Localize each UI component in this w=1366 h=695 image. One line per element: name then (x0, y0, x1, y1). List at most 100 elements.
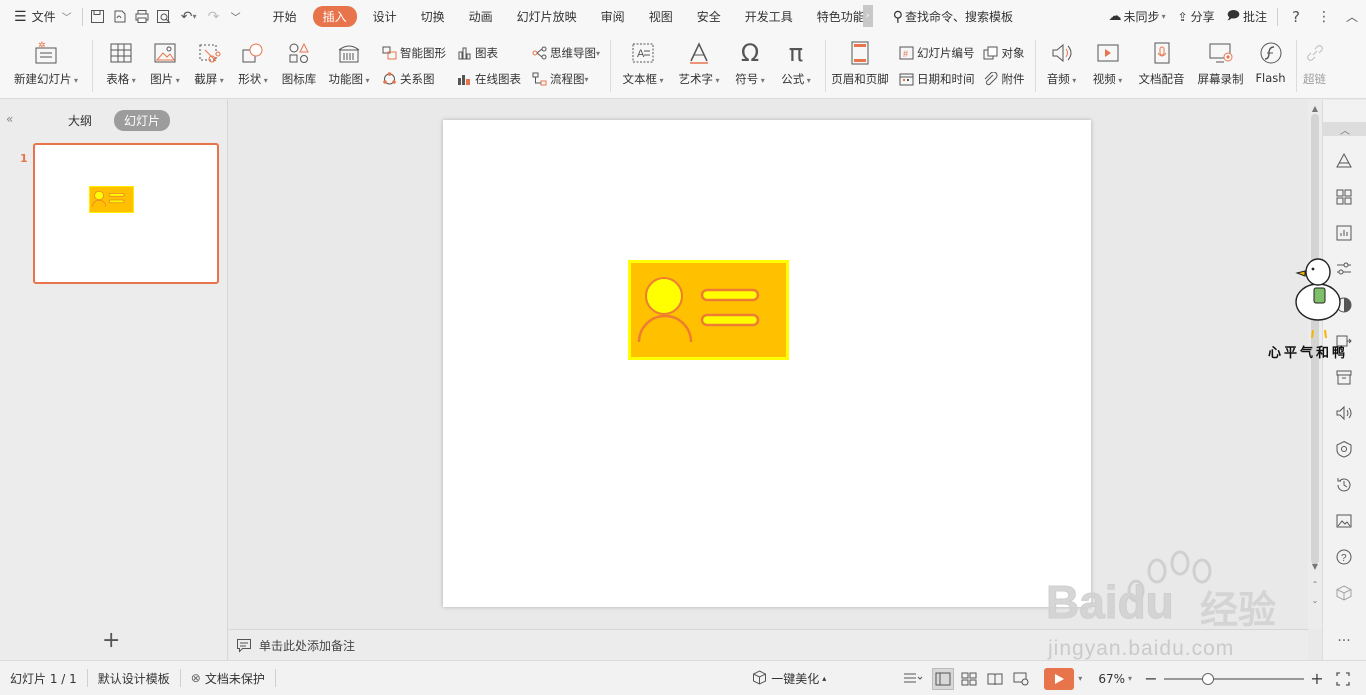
tabs-scroll-right-icon[interactable]: › (862, 5, 873, 27)
image-icon[interactable] (1333, 510, 1355, 532)
attachment-label: 附件 (1001, 72, 1025, 86)
export-pdf-icon[interactable] (109, 6, 131, 28)
tab-developer[interactable]: 开发工具 (733, 0, 805, 33)
tab-features[interactable]: 特色功能 (805, 0, 863, 33)
doc-voice-button[interactable]: 文档配音 (1132, 33, 1192, 99)
header-footer-button[interactable]: 页眉和页脚 (826, 33, 894, 99)
shield-icon[interactable] (1333, 438, 1355, 460)
table-button[interactable]: 表格 ▾ (99, 33, 143, 99)
formula-button[interactable]: π 公式 ▾ (773, 33, 819, 99)
video-label: 视频 (1092, 72, 1116, 86)
audio-label: 音频 (1046, 72, 1070, 86)
textbox-icon: A (629, 39, 657, 67)
layout-grid-icon[interactable] (1333, 186, 1355, 208)
scroll-up-icon[interactable]: ▲ (1308, 104, 1322, 113)
collapse-ribbon-icon[interactable]: ︿ (1338, 6, 1366, 28)
normal-view-icon[interactable] (932, 667, 955, 690)
smart-art-button[interactable]: 智能图形 (381, 44, 446, 62)
wordart-button[interactable]: 艺术字 ▾ (671, 33, 727, 99)
file-menu[interactable]: ☰ 文件 ﹀ (0, 0, 78, 33)
tab-animation[interactable]: 动画 (457, 0, 505, 33)
add-slide-icon[interactable]: + (102, 628, 120, 653)
tab-label: 动画 (468, 10, 493, 24)
tab-security[interactable]: 安全 (685, 0, 733, 33)
design-template[interactable]: 默认设计模板 (88, 670, 180, 687)
attachment-button[interactable]: 附件 (983, 70, 1025, 88)
tab-slideshow[interactable]: 幻灯片放映 (505, 0, 589, 33)
slides-panel: « 大纲 幻灯片 1 + (0, 100, 228, 660)
zoom-in-icon[interactable]: + (1306, 668, 1328, 690)
audio-button[interactable]: 音频 ▾ (1040, 33, 1084, 99)
smartart-group: 智能图形 关系图 (381, 33, 446, 93)
tab-insert[interactable]: 插入 (309, 0, 361, 33)
archive-icon[interactable] (1333, 366, 1355, 388)
textbox-button[interactable]: A 文本框 ▾ (615, 33, 671, 99)
speaker-icon (1048, 39, 1076, 67)
notes-icon (235, 636, 253, 654)
function-chart-button[interactable]: 功能图 ▾ (323, 33, 375, 99)
shape-button[interactable]: 形状 ▾ (231, 33, 275, 99)
chart-icon[interactable] (1333, 222, 1355, 244)
icon-library-button[interactable]: 图标库 (275, 33, 323, 99)
comment-button[interactable]: 🗩 批注 (1221, 0, 1273, 33)
mindmap-button[interactable]: 思维导图 ▾ (531, 44, 600, 62)
slide[interactable] (443, 120, 1091, 607)
zoom-level[interactable]: 67% ▾ (1092, 672, 1138, 686)
slide-sorter-icon[interactable] (958, 668, 980, 690)
sync-button[interactable]: ☁ 未同步 ▾ (1103, 0, 1172, 33)
fit-window-icon[interactable] (1332, 668, 1354, 690)
tab-review[interactable]: 审阅 (589, 0, 637, 33)
tab-slides[interactable]: 幻灯片 (114, 110, 171, 131)
document-protection[interactable]: ⊗ 文档未保护 (181, 670, 275, 687)
tab-home[interactable]: 开始 (261, 0, 309, 33)
tab-outline[interactable]: 大纲 (58, 110, 102, 131)
slide-number-button[interactable]: # 幻灯片编号 (898, 44, 975, 62)
share-button[interactable]: ⇪ 分享 (1172, 0, 1221, 33)
screenshot-button[interactable]: 截屏 ▾ (187, 33, 231, 99)
slide-thumbnail[interactable] (33, 143, 219, 284)
screen-record-button[interactable]: 屏幕录制 (1192, 33, 1250, 99)
reading-view-icon[interactable] (984, 668, 1006, 690)
expand-sidebar-icon[interactable]: ︿ (1323, 122, 1366, 137)
volume-icon[interactable] (1333, 402, 1355, 424)
history-icon[interactable] (1333, 474, 1355, 496)
save-icon[interactable] (87, 6, 109, 28)
zoom-out-icon[interactable]: − (1140, 668, 1162, 690)
symbol-button[interactable]: Ω 符号 ▾ (727, 33, 773, 99)
online-chart-button[interactable]: 在线图表 (456, 70, 521, 88)
mindmap-icon (531, 45, 547, 61)
zoom-slider-knob[interactable] (1202, 672, 1214, 685)
redo-icon[interactable]: ↷ (203, 6, 225, 28)
command-search[interactable]: ⚲ 查找命令、搜索模板 (887, 0, 1019, 33)
relation-chart-button[interactable]: 关系图 (381, 70, 446, 88)
datetime-button[interactable]: 日期和时间 (898, 70, 975, 88)
chart-button[interactable]: 图表 (456, 44, 521, 62)
hyperlink-button[interactable]: 超链 (1297, 33, 1333, 99)
zoom-slider[interactable] (1164, 668, 1304, 690)
notes-placeholder: 单击此处添加备注 (259, 638, 356, 653)
object-button[interactable]: 对象 (983, 44, 1025, 62)
notes-toggle-icon[interactable] (898, 668, 928, 690)
play-slideshow-button[interactable] (1044, 667, 1075, 690)
protection-icon: ⊗ (190, 671, 201, 685)
tab-view[interactable]: 视图 (637, 0, 685, 33)
video-button[interactable]: 视频 ▾ (1084, 33, 1132, 99)
tab-design[interactable]: 设计 (361, 0, 409, 33)
flash-button[interactable]: Flash (1250, 33, 1292, 99)
print-icon[interactable] (131, 6, 153, 28)
presenter-view-icon[interactable] (1010, 668, 1032, 690)
flowchart-button[interactable]: 流程图 ▾ (531, 70, 600, 88)
undo-icon[interactable]: ↶ ▾ (175, 6, 203, 28)
more-icon[interactable]: ⋮ (1310, 6, 1338, 28)
contact-card-shape[interactable] (628, 260, 789, 360)
picture-button[interactable]: 图片 ▾ (143, 33, 187, 99)
customize-toolbar-icon[interactable]: ﹀ (225, 6, 247, 28)
chevron-down-icon[interactable]: ▾ (1078, 674, 1082, 683)
shape-style-icon[interactable] (1333, 150, 1355, 172)
tab-transition[interactable]: 切换 (409, 0, 457, 33)
beautify-button[interactable]: 一键美化 ▴ (742, 669, 836, 688)
new-slide-button[interactable]: ✲ 新建幻灯片 ▾ (0, 33, 92, 99)
help-icon[interactable]: ? (1282, 6, 1310, 28)
print-preview-icon[interactable] (153, 6, 175, 28)
table-label: 表格 (106, 72, 130, 86)
